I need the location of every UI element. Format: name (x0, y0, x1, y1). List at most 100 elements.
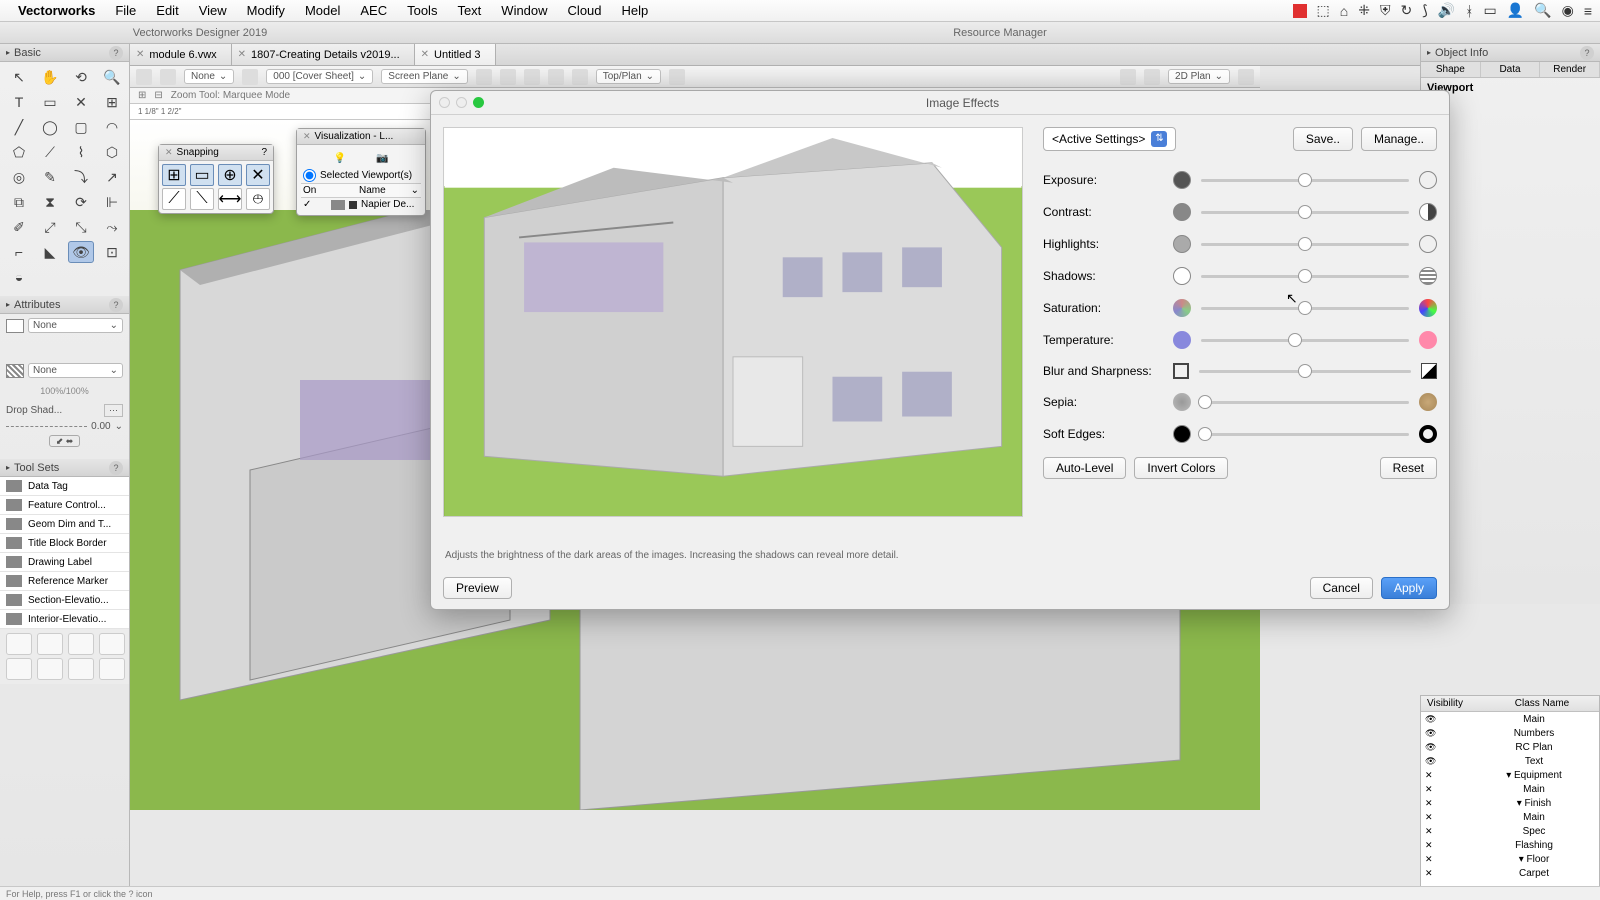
tab-render[interactable]: Render (1540, 62, 1600, 77)
reset-button[interactable]: Reset (1380, 457, 1437, 479)
toolset-cat[interactable] (68, 658, 94, 680)
zoom-icon[interactable]: ⊟ (154, 90, 162, 101)
vb-icon[interactable] (572, 69, 588, 85)
app-name[interactable]: Vectorworks (18, 3, 95, 18)
layer-select[interactable]: 000 [Cover Sheet]⌄ (266, 69, 373, 84)
slider-track[interactable] (1201, 243, 1409, 246)
slider-thumb[interactable] (1298, 237, 1312, 251)
menu-window[interactable]: Window (493, 3, 555, 18)
tool-mirror[interactable]: ⧗ (37, 191, 63, 213)
apply-button[interactable]: Apply (1381, 577, 1437, 599)
zoom-icon[interactable]: ⊞ (138, 90, 146, 101)
snap-grid[interactable]: ⊞ (162, 164, 186, 186)
render-select[interactable]: 2D Plan⌄ (1168, 69, 1230, 84)
toolset-row[interactable]: Reference Marker (0, 572, 129, 591)
slider-track[interactable] (1201, 275, 1409, 278)
vb-icon[interactable] (1238, 69, 1254, 85)
toolset-cat[interactable] (68, 633, 94, 655)
menu-file[interactable]: File (107, 3, 144, 18)
visibility-icon[interactable]: ✕ (1425, 868, 1433, 879)
disclosure-icon[interactable]: ▸ (6, 300, 10, 309)
class-row[interactable]: ✕Carpet (1421, 866, 1599, 880)
help-icon[interactable]: ? (261, 147, 267, 158)
class-row[interactable]: 👁Text (1421, 754, 1599, 768)
snap-object[interactable]: ▭ (190, 164, 214, 186)
tool-arc2[interactable]: ⤵ (68, 166, 94, 188)
tool-polyline[interactable]: ⟋ (37, 141, 63, 163)
menu-text[interactable]: Text (449, 3, 489, 18)
window-close[interactable] (439, 97, 450, 108)
class-row[interactable]: ✕Flashing (1421, 838, 1599, 852)
tool-regular-poly[interactable]: ⬡ (99, 141, 125, 163)
visibility-icon[interactable]: ✕ (1425, 784, 1433, 795)
tool-line-x[interactable]: ✕ (68, 91, 94, 113)
tool-rotate[interactable]: ⟳ (68, 191, 94, 213)
tool-split[interactable]: ⤢ (37, 216, 63, 238)
help-icon[interactable]: ? (1580, 46, 1594, 60)
fill-swatch[interactable] (6, 319, 24, 333)
dropshadow-opts[interactable]: ⋯ (104, 404, 123, 417)
class-row[interactable]: ✕▾ Floor (1421, 852, 1599, 866)
snap-smart[interactable]: ⟋ (162, 188, 186, 210)
tab-untitled3[interactable]: ✕Untitled 3 (415, 44, 496, 65)
toolset-row[interactable]: Interior-Elevatio... (0, 610, 129, 629)
vb-icon[interactable] (476, 69, 492, 85)
toolset-cat[interactable] (37, 633, 63, 655)
tool-freehand[interactable]: ⌇ (68, 141, 94, 163)
class-row[interactable]: ✕Main (1421, 810, 1599, 824)
class-row[interactable]: 👁RC Plan (1421, 740, 1599, 754)
tool-flyover[interactable]: ⟲ (68, 66, 94, 88)
toolset-row[interactable]: Title Block Border (0, 534, 129, 553)
window-maximize[interactable] (473, 97, 484, 108)
slider-track[interactable] (1201, 179, 1409, 182)
snap-intersect[interactable]: ✕ (246, 164, 270, 186)
snapping-palette[interactable]: ✕Snapping? ⊞ ▭ ⊕ ✕ ⟋ ⟍ ⟷ ⦺ (158, 144, 274, 214)
tool-chamfer[interactable]: ◣ (37, 241, 63, 263)
tool-align[interactable]: ⊩ (99, 191, 125, 213)
tool-grid[interactable]: ⊞ (99, 91, 125, 113)
cancel-button[interactable]: Cancel (1310, 577, 1373, 599)
menu-modify[interactable]: Modify (239, 3, 293, 18)
disclosure-icon[interactable]: ▸ (6, 48, 10, 57)
snap-edge[interactable]: ⟍ (190, 188, 214, 210)
pen-swatch[interactable] (6, 364, 24, 378)
shield-icon[interactable]: ⛨ (1380, 2, 1391, 19)
tool-attr[interactable]: ⊡ (99, 241, 125, 263)
menu-model[interactable]: Model (297, 3, 348, 18)
slider-thumb[interactable] (1288, 333, 1302, 347)
tool-cursor2[interactable]: ↗ (99, 166, 125, 188)
slider-track[interactable] (1199, 370, 1411, 373)
tool-selection[interactable]: ↖ (6, 66, 32, 88)
menu-help[interactable]: Help (614, 3, 657, 18)
toolset-row[interactable]: Data Tag (0, 477, 129, 496)
slider-track[interactable] (1201, 211, 1409, 214)
wifi-icon[interactable]: ⟆ (1422, 2, 1427, 19)
tool-zoom[interactable]: 🔍 (99, 66, 125, 88)
snap-dist[interactable]: ⟷ (218, 188, 242, 210)
menu-tools[interactable]: Tools (399, 3, 445, 18)
visibility-icon[interactable]: ✕ (1425, 854, 1433, 865)
toolset-row[interactable]: Drawing Label (0, 553, 129, 572)
toolset-cat[interactable] (37, 658, 63, 680)
pen-select[interactable]: None⌄ (28, 363, 123, 378)
dialog-titlebar[interactable]: Image Effects (431, 91, 1449, 115)
tool-oval[interactable]: ◯ (37, 116, 63, 138)
manage-button[interactable]: Manage.. (1361, 127, 1437, 151)
tool-reshape[interactable]: ✐ (6, 216, 32, 238)
help-icon[interactable]: ? (109, 46, 123, 60)
tool-connect[interactable]: ⤳ (99, 216, 125, 238)
visibility-icon[interactable]: ✕ (1425, 798, 1433, 809)
battery-icon[interactable]: ▭ (1484, 2, 1497, 19)
slider-thumb[interactable] (1198, 427, 1212, 441)
vb-icon[interactable] (669, 69, 685, 85)
toolset-row[interactable]: Section-Elevatio... (0, 591, 129, 610)
status-icon-3[interactable]: ⁜ (1358, 2, 1370, 19)
menu-edit[interactable]: Edit (148, 3, 186, 18)
siri-icon[interactable]: ◉ (1562, 2, 1574, 19)
vb-icon[interactable] (1144, 69, 1160, 85)
visibility-icon[interactable]: 👁 (1425, 756, 1436, 767)
slider-thumb[interactable] (1298, 205, 1312, 219)
toolset-row[interactable]: Geom Dim and T... (0, 515, 129, 534)
tool-text[interactable]: T (6, 91, 32, 113)
close-icon[interactable]: ✕ (136, 49, 144, 60)
